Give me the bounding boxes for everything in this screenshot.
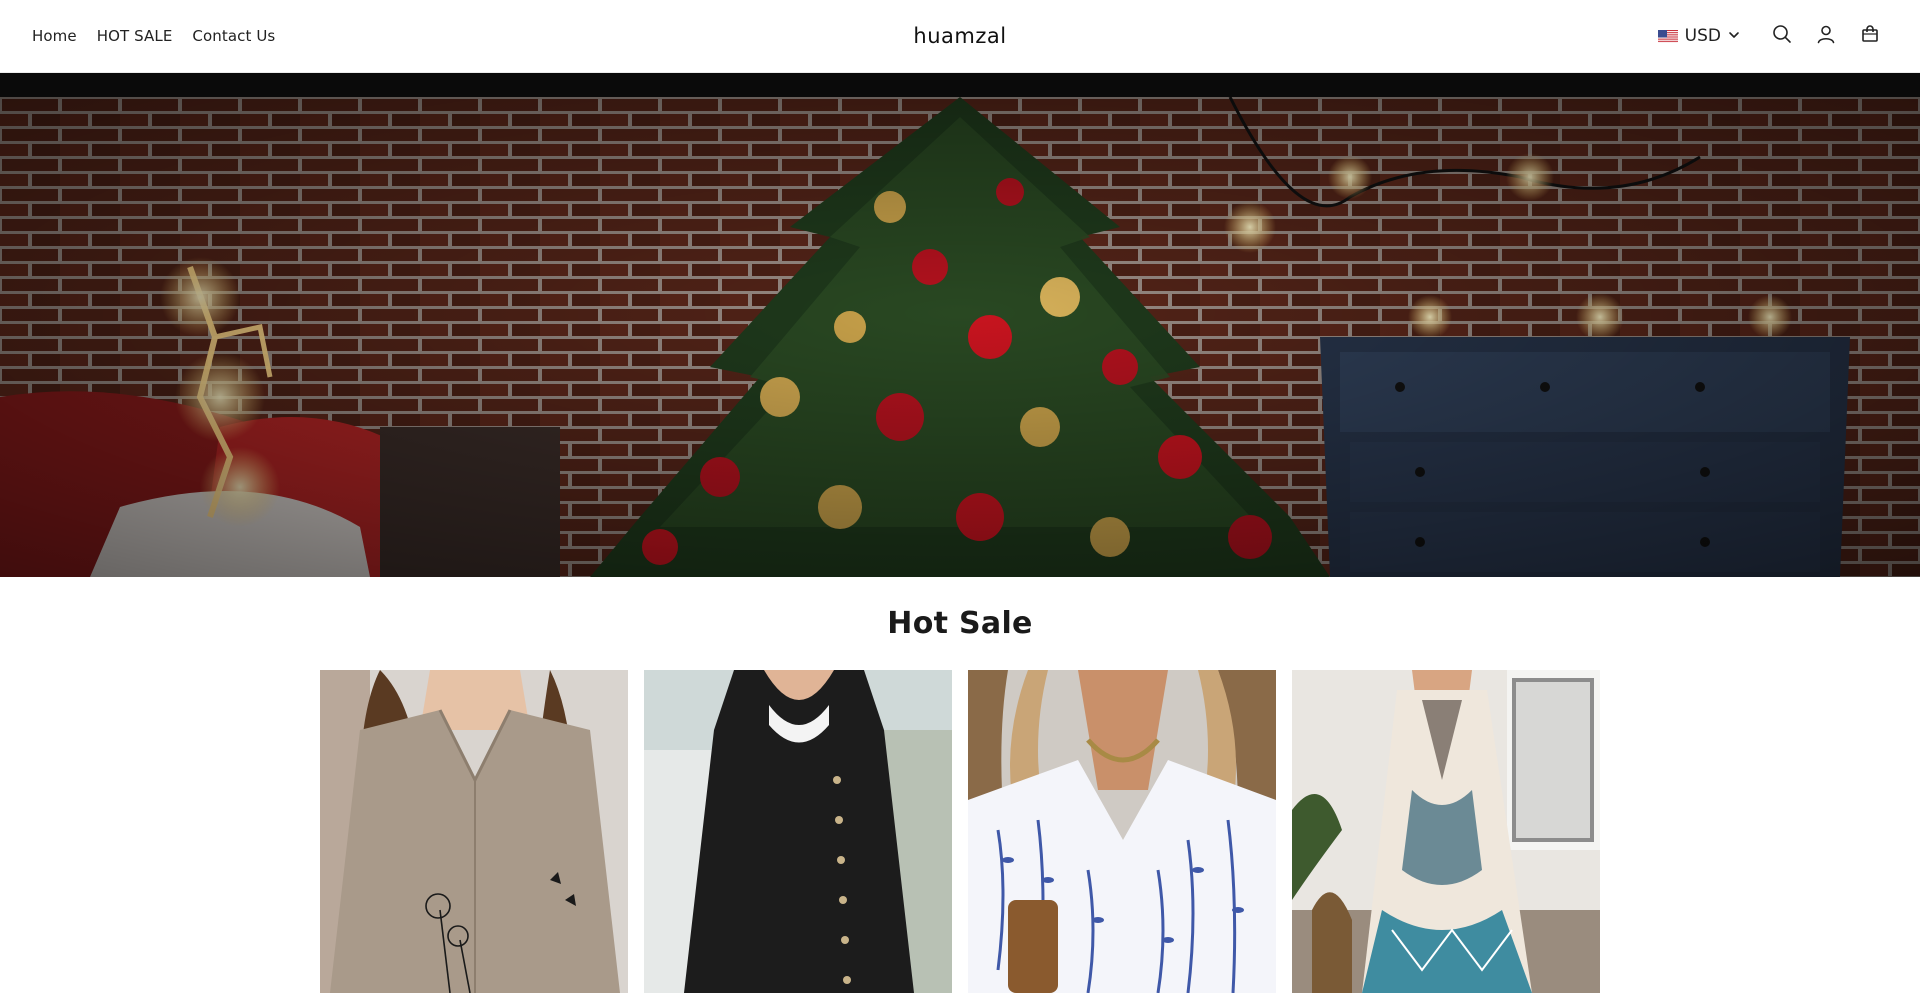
product-card[interactable] (968, 670, 1276, 993)
search-button[interactable] (1760, 14, 1804, 58)
hero-image (0, 97, 1920, 577)
announcement-bar (0, 73, 1920, 97)
cart-button[interactable] (1848, 14, 1892, 58)
account-button[interactable] (1804, 14, 1848, 58)
hero-banner[interactable] (0, 97, 1920, 577)
product-card[interactable] (320, 670, 628, 993)
chevron-down-icon (1728, 26, 1740, 46)
header-tools: USD (1657, 0, 1892, 72)
currency-code: USD (1684, 26, 1721, 46)
cart-icon (1860, 24, 1880, 48)
hot-sale-grid (320, 670, 1600, 993)
site-header: Home HOT SALE Contact Us huamzal USD (0, 0, 1920, 73)
hot-sale-title: Hot Sale (887, 606, 1033, 641)
account-icon (1816, 24, 1836, 48)
search-icon (1772, 24, 1792, 48)
product-image (1292, 670, 1600, 993)
brand-logo[interactable]: huamzal (913, 24, 1006, 48)
us-flag-icon (1657, 29, 1678, 43)
product-card[interactable] (1292, 670, 1600, 993)
nav-home[interactable]: Home (32, 27, 77, 45)
product-image (968, 670, 1276, 993)
main-nav: Home HOT SALE Contact Us (32, 0, 275, 72)
product-image (644, 670, 952, 993)
product-card[interactable] (644, 670, 952, 993)
currency-selector[interactable]: USD (1657, 26, 1740, 46)
product-image (320, 670, 628, 993)
nav-contact-us[interactable]: Contact Us (192, 27, 275, 45)
nav-hot-sale[interactable]: HOT SALE (97, 27, 173, 45)
